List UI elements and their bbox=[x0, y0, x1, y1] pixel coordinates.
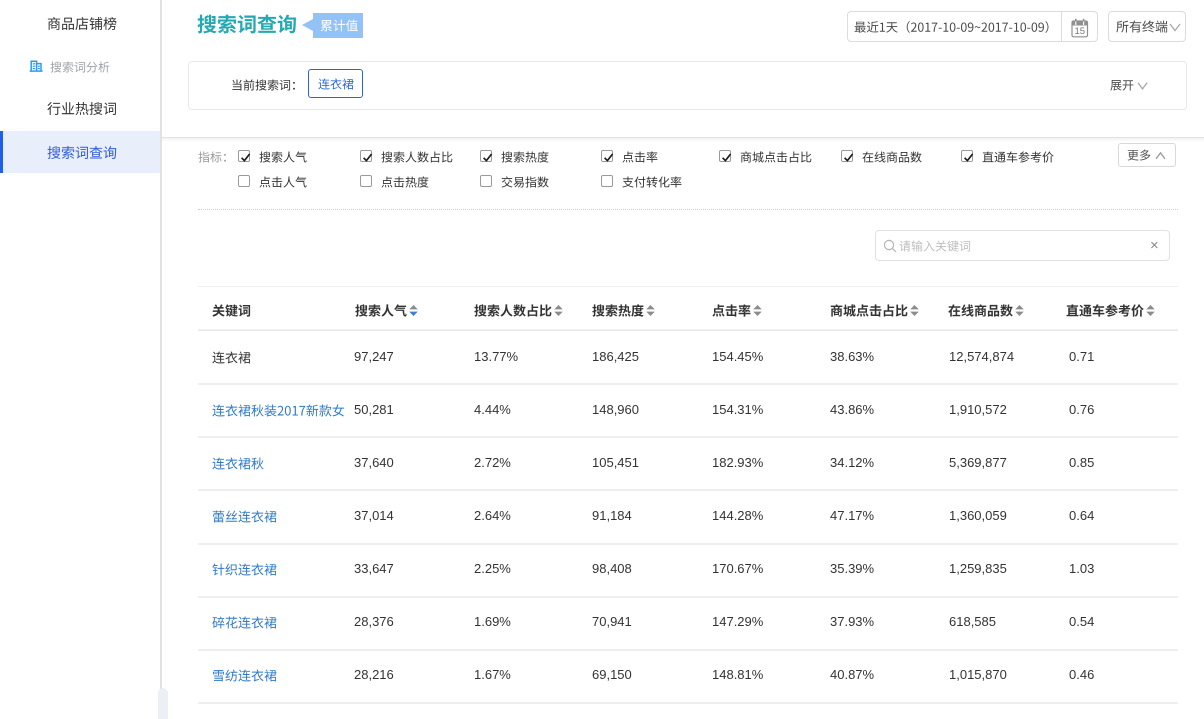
svg-text:15: 15 bbox=[1075, 26, 1086, 37]
